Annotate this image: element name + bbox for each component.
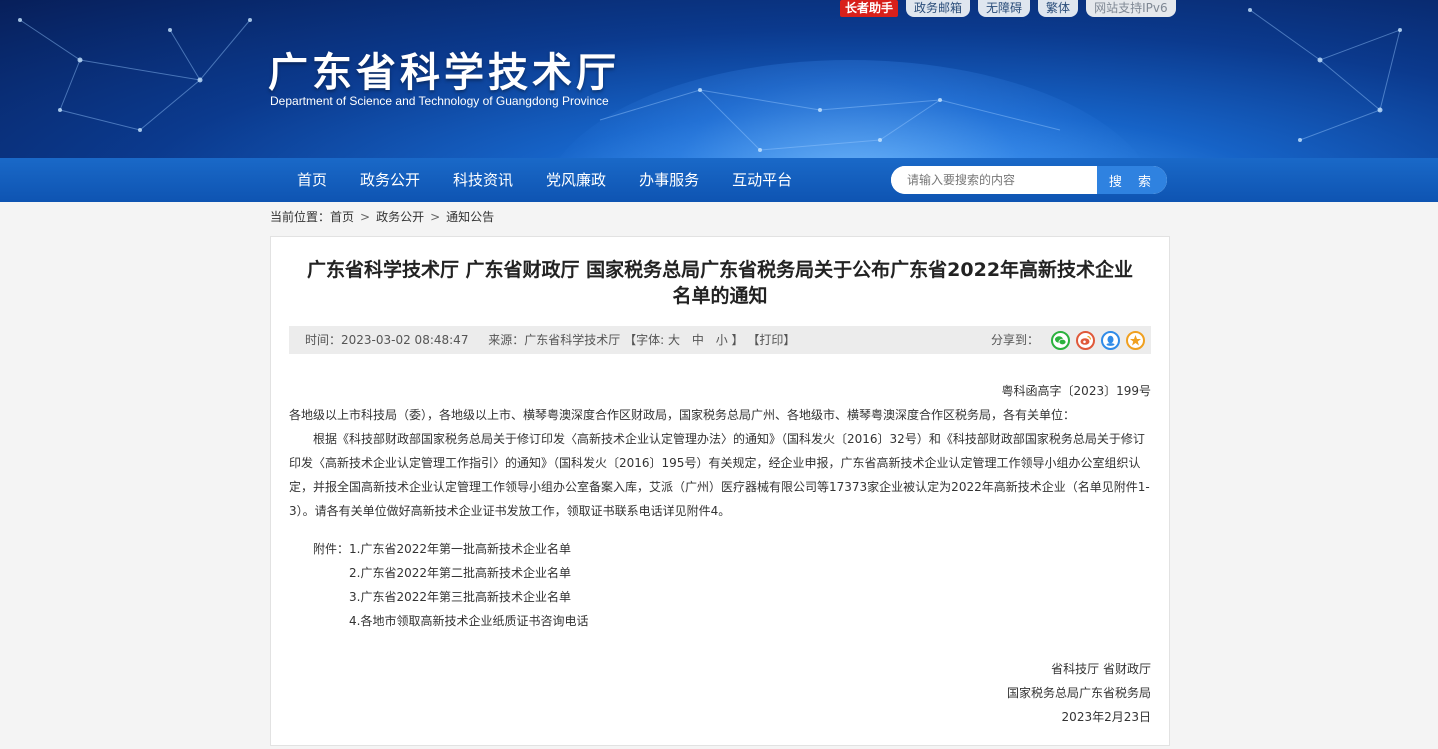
signature-block: 省科技厅 省财政厅 国家税务总局广东省税务局 2023年2月23日 [289, 657, 1151, 729]
search-box: 搜 索 [891, 166, 1167, 194]
article-title: 广东省科学技术厅 广东省财政厅 国家税务总局广东省税务局关于公布广东省2022年… [271, 237, 1169, 309]
signature-date: 2023年2月23日 [1061, 710, 1151, 724]
share-label: 分享到： [990, 333, 1039, 347]
site-subtitle: Department of Science and Technology of … [270, 94, 609, 108]
main-nav: 首页 政务公开 科技资讯 党风廉政 办事服务 互动平台 搜 索 [0, 158, 1438, 202]
elder-assistant-link[interactable]: 长者助手 [840, 0, 899, 17]
accessibility-link[interactable]: 无障碍 [978, 0, 1031, 17]
font-large-button[interactable]: 大 [668, 333, 680, 347]
article-content: 粤科函高字〔2023〕199号 各地级以上市科技局（委），各地级以上市、横琴粤澳… [289, 379, 1151, 729]
article-source: 来源：广东省科学技术厅 【字体: 大 中 小 】 【打印】 [488, 333, 795, 347]
search-input[interactable] [891, 166, 1097, 194]
body-line: 印发〈高新技术企业认定管理工作指引〉的通知》（国科发火〔2016〕195号）有关… [289, 456, 1141, 470]
weibo-icon[interactable] [1076, 330, 1095, 350]
source-text: 来源：广东省科学技术厅 [488, 333, 621, 347]
nav-item-interaction[interactable]: 互动平台 [716, 158, 808, 202]
star-icon[interactable] [1126, 330, 1145, 350]
nav-items: 首页 政务公开 科技资讯 党风廉政 办事服务 互动平台 [281, 158, 809, 202]
font-size-label: 【字体: [624, 333, 665, 347]
publish-time: 时间：2023-03-02 08:48:47 [305, 333, 469, 347]
document-number: 粤科函高字〔2023〕199号 [1001, 384, 1151, 398]
article-title-line1: 广东省科学技术厅 广东省财政厅 国家税务总局广东省税务局关于公布广东省2022年… [306, 259, 1134, 281]
font-size-close: 】 [731, 333, 744, 347]
nav-item-party-integrity[interactable]: 党风廉政 [530, 158, 622, 202]
body-paragraph: 根据《科技部财政部国家税务总局关于修订印发〈高新技术企业认定管理办法〉的通知》（… [289, 427, 1151, 523]
breadcrumb-separator: > [430, 210, 441, 224]
nav-item-tech-news[interactable]: 科技资讯 [437, 158, 529, 202]
breadcrumb: 当前位置：首页 > 政务公开 > 通知公告 [270, 208, 494, 225]
gov-mail-link[interactable]: 政务邮箱 [906, 0, 971, 17]
ipv6-badge: 网站支持IPv6 [1086, 0, 1176, 17]
header-banner: 广东省科学技术厅 Department of Science and Techn… [0, 0, 1438, 158]
body-line: 定，并报全国高新技术企业认定管理工作领导小组办公室备案入库，艾派（广州）医疗器械… [289, 480, 1150, 494]
traditional-chinese-link[interactable]: 繁体 [1038, 0, 1079, 17]
breadcrumb-gov-affairs[interactable]: 政务公开 [376, 210, 424, 224]
attachments: 附件：1.广东省2022年第一批高新技术企业名单 2.广东省2022年第二批高新… [289, 537, 1151, 633]
article-title-line2: 名单的通知 [672, 285, 768, 307]
qq-icon[interactable] [1101, 330, 1120, 350]
nav-item-home[interactable]: 首页 [281, 158, 343, 202]
signature-issuer: 国家税务总局广东省税务局 [1006, 686, 1151, 700]
attachment-link-2[interactable]: 2.广东省2022年第二批高新技术企业名单 [349, 566, 571, 580]
attachment-link-4[interactable]: 4.各地市领取高新技术企业纸质证书咨询电话 [349, 614, 588, 628]
font-small-button[interactable]: 小 [716, 333, 728, 347]
body-line: 3）。请各有关单位做好高新技术企业证书发放工作，领取证书联系电话详见附件4。 [289, 504, 731, 518]
share-group: 分享到： [991, 326, 1145, 354]
search-button[interactable]: 搜 索 [1097, 166, 1167, 194]
attachment-link-3[interactable]: 3.广东省2022年第三批高新技术企业名单 [349, 590, 571, 604]
article: 广东省科学技术厅 广东省财政厅 国家税务总局广东省税务局关于公布广东省2022年… [270, 236, 1170, 746]
attachment-row: 2.广东省2022年第二批高新技术企业名单 [289, 561, 1151, 585]
nav-item-gov-affairs[interactable]: 政务公开 [344, 158, 436, 202]
network-decoration [18, 8, 1402, 152]
attachment-link-1[interactable]: 1.广东省2022年第一批高新技术企业名单 [349, 542, 571, 556]
nav-item-services[interactable]: 办事服务 [623, 158, 715, 202]
breadcrumb-notices[interactable]: 通知公告 [446, 210, 494, 224]
breadcrumb-prefix: 当前位置： [270, 210, 331, 224]
print-button[interactable]: 【打印】 [747, 333, 795, 347]
breadcrumb-home[interactable]: 首页 [330, 210, 354, 224]
signature-issuer: 省科技厅 省财政厅 [1051, 662, 1151, 676]
attachment-row: 附件：1.广东省2022年第一批高新技术企业名单 [289, 537, 1151, 561]
font-medium-button[interactable]: 中 [692, 333, 704, 347]
site-title: 广东省科学技术厅 [268, 50, 620, 96]
attachments-label: 附件： [313, 542, 350, 556]
top-links: 长者助手 政务邮箱 无障碍 繁体 网站支持IPv6 [840, 0, 1176, 17]
recipients: 各地级以上市科技局（委），各地级以上市、横琴粤澳深度合作区财政局，国家税务总局广… [289, 408, 1076, 422]
attachment-row: 3.广东省2022年第三批高新技术企业名单 [289, 585, 1151, 609]
attachment-row: 4.各地市领取高新技术企业纸质证书咨询电话 [289, 609, 1151, 633]
breadcrumb-separator: > [360, 210, 371, 224]
body-line: 根据《科技部财政部国家税务总局关于修订印发〈高新技术企业认定管理办法〉的通知》（… [313, 432, 1145, 446]
wechat-icon[interactable] [1051, 330, 1070, 350]
article-meta-bar: 时间：2023-03-02 08:48:47 来源：广东省科学技术厅 【字体: … [289, 326, 1151, 354]
